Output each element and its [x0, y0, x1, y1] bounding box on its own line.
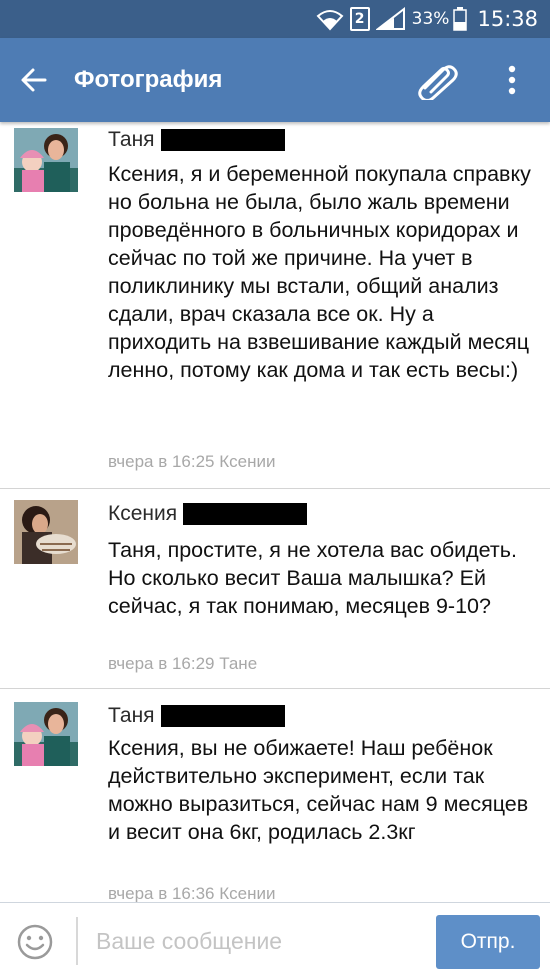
status-time: 15:38: [477, 7, 538, 31]
message-list[interactable]: Таня Ксения, я и беременной покупала спр…: [0, 122, 550, 902]
smiley-icon[interactable]: [16, 923, 54, 961]
battery-percent: 33%: [411, 9, 450, 29]
redaction-bar: [183, 503, 308, 525]
message-text: Таня, простите, я не хотела вас обидеть.…: [108, 538, 517, 618]
divider: [0, 488, 550, 489]
message-meta: вчера в 16:29 Тане: [108, 654, 258, 673]
message-meta: вчера в 16:25 Ксении: [108, 452, 276, 471]
attach-button[interactable]: [414, 58, 460, 102]
sim-icon: 2: [349, 7, 370, 31]
avatar[interactable]: [14, 500, 78, 564]
wifi-icon: [316, 10, 344, 31]
message-author-row: Ксения: [108, 500, 308, 528]
avatar-photo-woman-baby: [14, 500, 78, 564]
message-author[interactable]: Ксения: [108, 502, 177, 526]
message-meta: вчера в 16:36 Ксении: [108, 884, 276, 902]
message-author[interactable]: Таня: [108, 704, 155, 728]
divider: [0, 688, 550, 689]
message-author-row: Таня: [108, 126, 285, 154]
message-author[interactable]: Таня: [108, 128, 155, 152]
more-options-button[interactable]: [494, 58, 530, 102]
arrow-left-icon: [21, 68, 47, 92]
avatar[interactable]: [14, 128, 78, 192]
avatar[interactable]: [14, 702, 78, 766]
message-author-row: Таня: [108, 702, 285, 730]
more-vertical-icon: [508, 65, 516, 95]
avatar-photo-mother-baby: [14, 128, 78, 192]
send-button[interactable]: Отпр.: [436, 915, 540, 969]
paperclip-icon: [418, 65, 458, 100]
redaction-bar: [160, 705, 285, 727]
redaction-bar: [160, 129, 285, 151]
app-bar: Фотография: [0, 38, 550, 122]
message-composer: Отпр.: [0, 902, 550, 978]
page-title: Фотография: [74, 66, 223, 93]
status-bar: 2 33% 15:38: [0, 0, 550, 38]
battery-icon: [453, 7, 468, 31]
back-button[interactable]: [14, 60, 54, 100]
avatar-photo-mother-baby: [14, 702, 78, 766]
message-text: Ксения, я и беременной покупала справку …: [108, 162, 531, 382]
message-text: Ксения, вы не обижаете! Наш ребёнок дейс…: [108, 736, 529, 844]
message-input[interactable]: [92, 917, 430, 965]
signal-icon: [375, 7, 405, 30]
composer-divider: [76, 917, 78, 965]
